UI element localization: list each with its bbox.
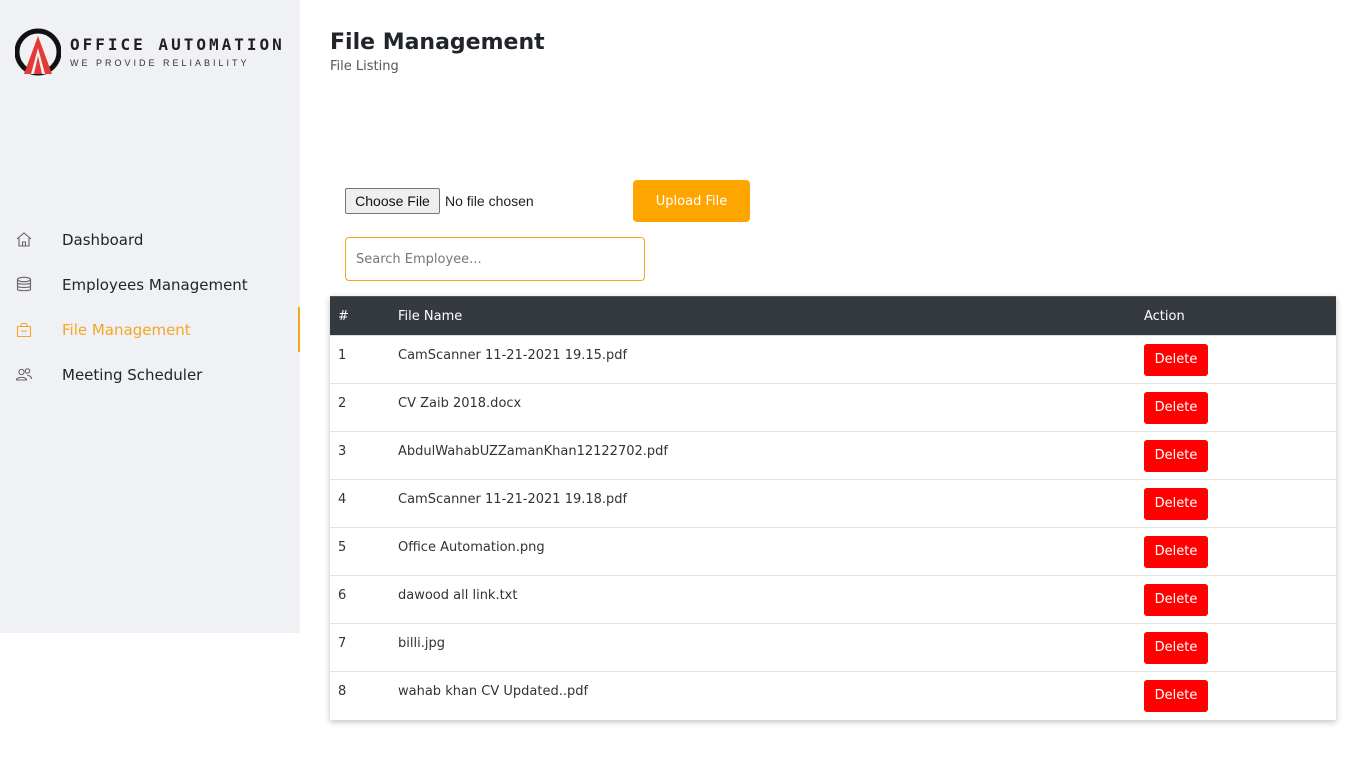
choose-file-button[interactable]: Choose File — [345, 188, 440, 214]
delete-button[interactable]: Delete — [1144, 536, 1208, 568]
file-name: AbdulWahabUZZamanKhan12122702.pdf — [390, 431, 1136, 480]
column-header-file-name: File Name — [390, 296, 1136, 336]
delete-button[interactable]: Delete — [1144, 488, 1208, 520]
sidebar-item-meeting-scheduler[interactable]: Meeting Scheduler — [0, 352, 300, 397]
row-number: 4 — [330, 479, 390, 528]
row-number: 7 — [330, 623, 390, 672]
sidebar-item-label: Employees Management — [62, 275, 248, 294]
table-row: 8 wahab khan CV Updated..pdf Delete — [330, 671, 1336, 720]
row-number: 5 — [330, 527, 390, 576]
table-row: 1 CamScanner 11-21-2021 19.15.pdf Delete — [330, 335, 1336, 384]
sidebar-item-label: File Management — [62, 320, 191, 339]
delete-button[interactable]: Delete — [1144, 392, 1208, 424]
file-status: No file chosen — [445, 193, 534, 209]
table-row: 6 dawood all link.txt Delete — [330, 575, 1336, 624]
table-row: 5 Office Automation.png Delete — [330, 527, 1336, 576]
file-name: Office Automation.png — [390, 527, 1136, 576]
sidebar-item-label: Dashboard — [62, 230, 144, 249]
table-row: 3 AbdulWahabUZZamanKhan12122702.pdf Dele… — [330, 431, 1336, 480]
table-row: 7 billi.jpg Delete — [330, 623, 1336, 672]
sidebar: OFFICE AUTOMATION WE PROVIDE RELIABILITY… — [0, 0, 300, 633]
row-number: 8 — [330, 671, 390, 720]
sidebar-item-employees-management[interactable]: Employees Management — [0, 262, 300, 307]
file-name: CamScanner 11-21-2021 19.18.pdf — [390, 479, 1136, 528]
table-row: 4 CamScanner 11-21-2021 19.18.pdf Delete — [330, 479, 1336, 528]
row-number: 6 — [330, 575, 390, 624]
delete-button[interactable]: Delete — [1144, 584, 1208, 616]
sidebar-item-dashboard[interactable]: Dashboard — [0, 217, 300, 262]
row-number: 1 — [330, 335, 390, 384]
delete-button[interactable]: Delete — [1144, 344, 1208, 376]
users-icon — [15, 368, 33, 381]
delete-button[interactable]: Delete — [1144, 440, 1208, 472]
brand-title: OFFICE AUTOMATION — [70, 35, 285, 54]
file-name: wahab khan CV Updated..pdf — [390, 671, 1136, 720]
file-name: billi.jpg — [390, 623, 1136, 672]
delete-button[interactable]: Delete — [1144, 632, 1208, 664]
sidebar-item-file-management[interactable]: File Management — [0, 307, 300, 352]
home-icon — [16, 232, 32, 247]
database-icon — [16, 276, 32, 292]
sidebar-item-label: Meeting Scheduler — [62, 365, 203, 384]
file-name: CamScanner 11-21-2021 19.15.pdf — [390, 335, 1136, 384]
logo-mark-icon — [15, 28, 61, 76]
file-name: CV Zaib 2018.docx — [390, 383, 1136, 432]
table-header-row: # File Name Action — [330, 296, 1336, 336]
page-header: File Management File Listing — [330, 30, 545, 74]
page-subtitle: File Listing — [330, 59, 399, 74]
search-input[interactable] — [345, 237, 645, 281]
column-header-number: # — [330, 296, 390, 336]
page-title: File Management — [330, 30, 545, 55]
file-upload-row: Choose File No file chosen Upload File — [345, 180, 765, 222]
file-name: dawood all link.txt — [390, 575, 1136, 624]
sidebar-nav: Dashboard Employees Management File Mana… — [0, 217, 300, 397]
table-row: 2 CV Zaib 2018.docx Delete — [330, 383, 1336, 432]
bag-icon — [16, 322, 32, 338]
brand-tagline: WE PROVIDE RELIABILITY — [70, 58, 250, 68]
logo: OFFICE AUTOMATION WE PROVIDE RELIABILITY — [15, 28, 285, 76]
file-table: # File Name Action 1 CamScanner 11-21-20… — [330, 296, 1336, 720]
column-header-action: Action — [1136, 296, 1336, 336]
upload-file-button[interactable]: Upload File — [633, 180, 750, 222]
delete-button[interactable]: Delete — [1144, 680, 1208, 712]
row-number: 3 — [330, 431, 390, 480]
row-number: 2 — [330, 383, 390, 432]
